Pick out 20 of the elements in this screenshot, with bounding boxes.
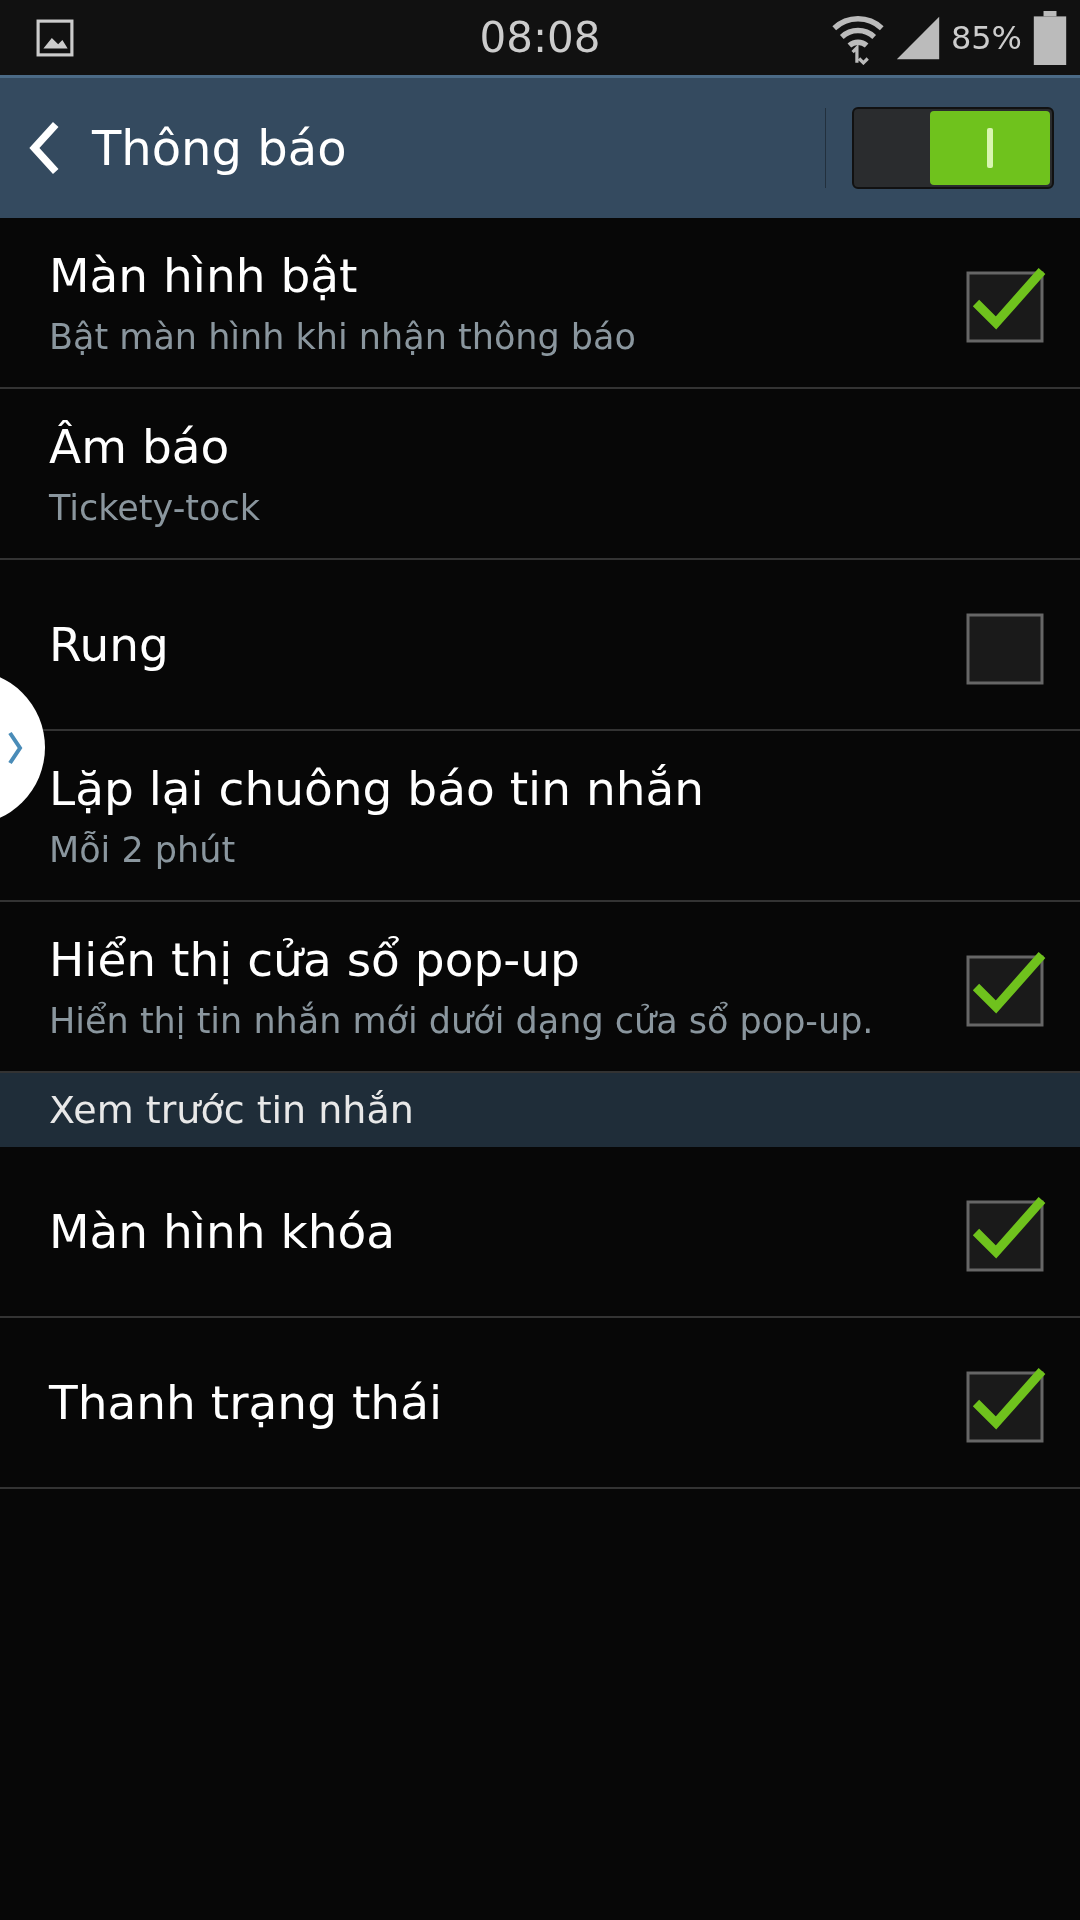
signal-icon	[894, 14, 941, 61]
setting-title: Lặp lại chuông báo tin nhắn	[49, 761, 706, 816]
setting-title: Màn hình bật	[49, 248, 359, 303]
image-icon	[36, 18, 74, 57]
setting-subtitle: Mỗi 2 phút	[49, 830, 237, 870]
setting-title: Màn hình khóa	[49, 1204, 396, 1259]
setting-subtitle: Bật màn hình khi nhận thông báo	[49, 317, 637, 357]
setting-title: Hiển thị cửa sổ pop-up	[49, 932, 581, 987]
back-icon[interactable]	[28, 120, 60, 176]
setting-subtitle: Hiển thị tin nhắn mới dưới dạng cửa sổ pop-up.	[49, 1001, 875, 1041]
setting-title: Âm báo	[49, 419, 231, 474]
setting-title: Rung	[49, 617, 170, 672]
master-switch[interactable]	[852, 107, 1054, 189]
setting-title: Thanh trạng thái	[49, 1375, 443, 1430]
battery-percent: 85%	[950, 18, 1022, 57]
battery-icon	[1032, 10, 1068, 65]
clock-time: 08:08	[479, 13, 601, 62]
screen-title: Thông báo	[92, 120, 347, 176]
section-header: Xem trước tin nhắn	[0, 1073, 1080, 1147]
setting-subtitle: Tickety-tock	[49, 488, 261, 528]
